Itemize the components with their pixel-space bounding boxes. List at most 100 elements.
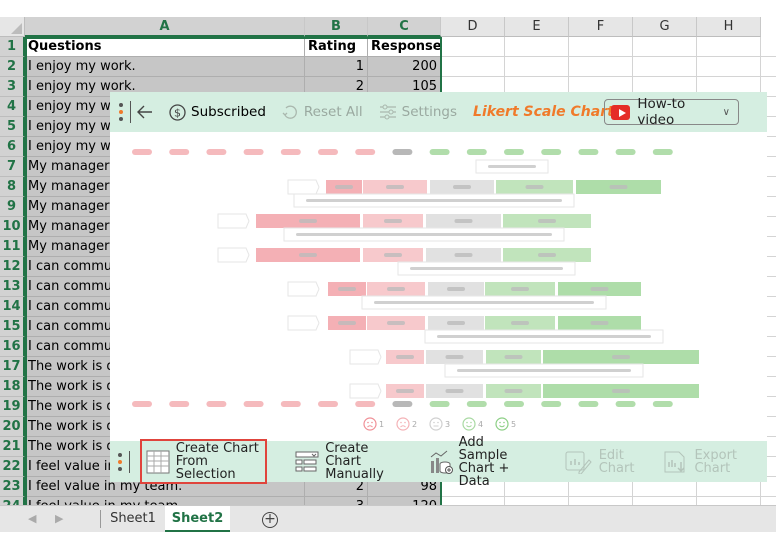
drag-handle-icon[interactable]: [114, 452, 127, 471]
empty-cell[interactable]: [633, 497, 697, 505]
row-header[interactable]: 8: [0, 177, 25, 197]
row-header[interactable]: 4: [0, 97, 25, 117]
row-header[interactable]: 16: [0, 337, 25, 357]
segment-value-placeholder: [590, 321, 609, 325]
question-text-placeholder: [374, 301, 594, 304]
row-header[interactable]: 5: [0, 117, 25, 137]
face-eye: [371, 421, 373, 424]
row-header[interactable]: 14: [0, 297, 25, 317]
row-header[interactable]: 22: [0, 457, 25, 477]
row-header[interactable]: 6: [0, 137, 25, 157]
create-chart-from-selection-button[interactable]: Create Chart From Selection: [139, 439, 268, 484]
column-header-b[interactable]: B: [305, 17, 368, 37]
scale-dash: [280, 401, 301, 407]
empty-cell[interactable]: [441, 497, 505, 505]
empty-cell[interactable]: [761, 497, 776, 505]
select-all-corner[interactable]: [0, 17, 25, 37]
scale-dash: [318, 401, 338, 407]
empty-cell[interactable]: [569, 497, 633, 505]
empty-cell[interactable]: [505, 37, 569, 57]
next-sheet-icon[interactable]: ▶: [55, 512, 63, 525]
segment-value-placeholder: [387, 321, 405, 325]
empty-cell[interactable]: [569, 37, 633, 57]
reset-all-button[interactable]: Reset All: [282, 104, 363, 121]
row-header[interactable]: 7: [0, 157, 25, 177]
scale-dash: [541, 401, 562, 407]
column-header-g[interactable]: G: [633, 17, 697, 37]
column-header-h[interactable]: H: [697, 17, 761, 37]
cell-a24[interactable]: I feel value in my team.: [25, 497, 305, 505]
empty-cell[interactable]: [761, 57, 776, 77]
back-button[interactable]: [137, 105, 153, 119]
empty-cell[interactable]: [633, 57, 697, 77]
cell-c1[interactable]: Responses: [368, 37, 441, 57]
row-header[interactable]: 17: [0, 357, 25, 377]
row-header[interactable]: 3: [0, 77, 25, 97]
row-header[interactable]: 9: [0, 197, 25, 217]
face-eye: [466, 421, 468, 424]
create-chart-manually-button[interactable]: Create Chart Manually: [295, 442, 398, 481]
empty-cell[interactable]: [697, 37, 761, 57]
column-header-c[interactable]: C: [368, 17, 441, 37]
add-sample-chart-button[interactable]: Add Sample Chart + Data: [429, 436, 535, 488]
row-header[interactable]: 1: [0, 37, 25, 57]
face-mouth: [466, 425, 472, 428]
segment-value-placeholder: [384, 219, 402, 223]
empty-cell[interactable]: [441, 57, 505, 77]
segment-value-placeholder: [445, 355, 464, 359]
subscribed-button[interactable]: $ Subscribed: [169, 103, 266, 121]
empty-cell[interactable]: [441, 37, 505, 57]
row-header[interactable]: 20: [0, 417, 25, 437]
column-header-f[interactable]: F: [569, 17, 633, 37]
rating-face-icon: [495, 417, 509, 431]
empty-cell[interactable]: [633, 37, 697, 57]
empty-cell[interactable]: [761, 37, 776, 57]
empty-cell[interactable]: [697, 57, 761, 77]
row-header[interactable]: 12: [0, 257, 25, 277]
cell-b2[interactable]: 1: [305, 57, 368, 77]
cell-a1[interactable]: Questions: [25, 37, 305, 57]
row-header[interactable]: 2: [0, 57, 25, 77]
face-mouth: [400, 425, 406, 428]
row-header[interactable]: 11: [0, 237, 25, 257]
add-sheet-icon[interactable]: +: [262, 512, 278, 528]
empty-cell[interactable]: [697, 497, 761, 505]
cell-c24[interactable]: 120: [368, 497, 441, 505]
row-header[interactable]: 18: [0, 377, 25, 397]
column-header-e[interactable]: E: [505, 17, 569, 37]
face-eye: [499, 421, 501, 424]
segment-value-placeholder: [525, 185, 544, 189]
divider: [130, 101, 131, 123]
tab-sheet1[interactable]: Sheet1: [101, 506, 165, 532]
button-label-line1: Add Sample: [458, 434, 508, 463]
empty-cell[interactable]: [569, 57, 633, 77]
likert-addin-panel: $ Subscribed Reset All Settings Likert S…: [110, 92, 767, 488]
cell-b1[interactable]: Rating: [305, 37, 368, 57]
edit-chart-button[interactable]: Edit Chart: [565, 449, 634, 475]
chart-database-icon: [430, 450, 453, 474]
row-header[interactable]: 21: [0, 437, 25, 457]
row-header[interactable]: 15: [0, 317, 25, 337]
export-chart-button[interactable]: Export Chart: [664, 449, 737, 475]
settings-button[interactable]: Settings: [379, 104, 457, 120]
empty-cell[interactable]: [505, 497, 569, 505]
cell-c2[interactable]: 200: [368, 57, 441, 77]
scale-dash: [504, 401, 524, 407]
row-header[interactable]: 24: [0, 497, 25, 505]
tab-sheet2[interactable]: Sheet2: [165, 506, 230, 532]
scale-dash: [652, 149, 673, 155]
drag-handle-icon[interactable]: [114, 103, 128, 121]
cell-b24[interactable]: 3: [305, 497, 368, 505]
column-header-a[interactable]: A: [25, 17, 305, 37]
column-header-d[interactable]: D: [441, 17, 505, 37]
empty-cell[interactable]: [505, 57, 569, 77]
prev-sheet-icon[interactable]: ◀: [28, 512, 36, 525]
row-header[interactable]: 13: [0, 277, 25, 297]
row-header[interactable]: 23: [0, 477, 25, 497]
rating-label: 1: [379, 420, 384, 429]
row-header[interactable]: 10: [0, 217, 25, 237]
how-to-video-dropdown[interactable]: How-to video ∨: [604, 96, 739, 128]
row-header[interactable]: 19: [0, 397, 25, 417]
segment-value-placeholder: [447, 321, 465, 325]
cell-a2[interactable]: I enjoy my work.: [25, 57, 305, 77]
